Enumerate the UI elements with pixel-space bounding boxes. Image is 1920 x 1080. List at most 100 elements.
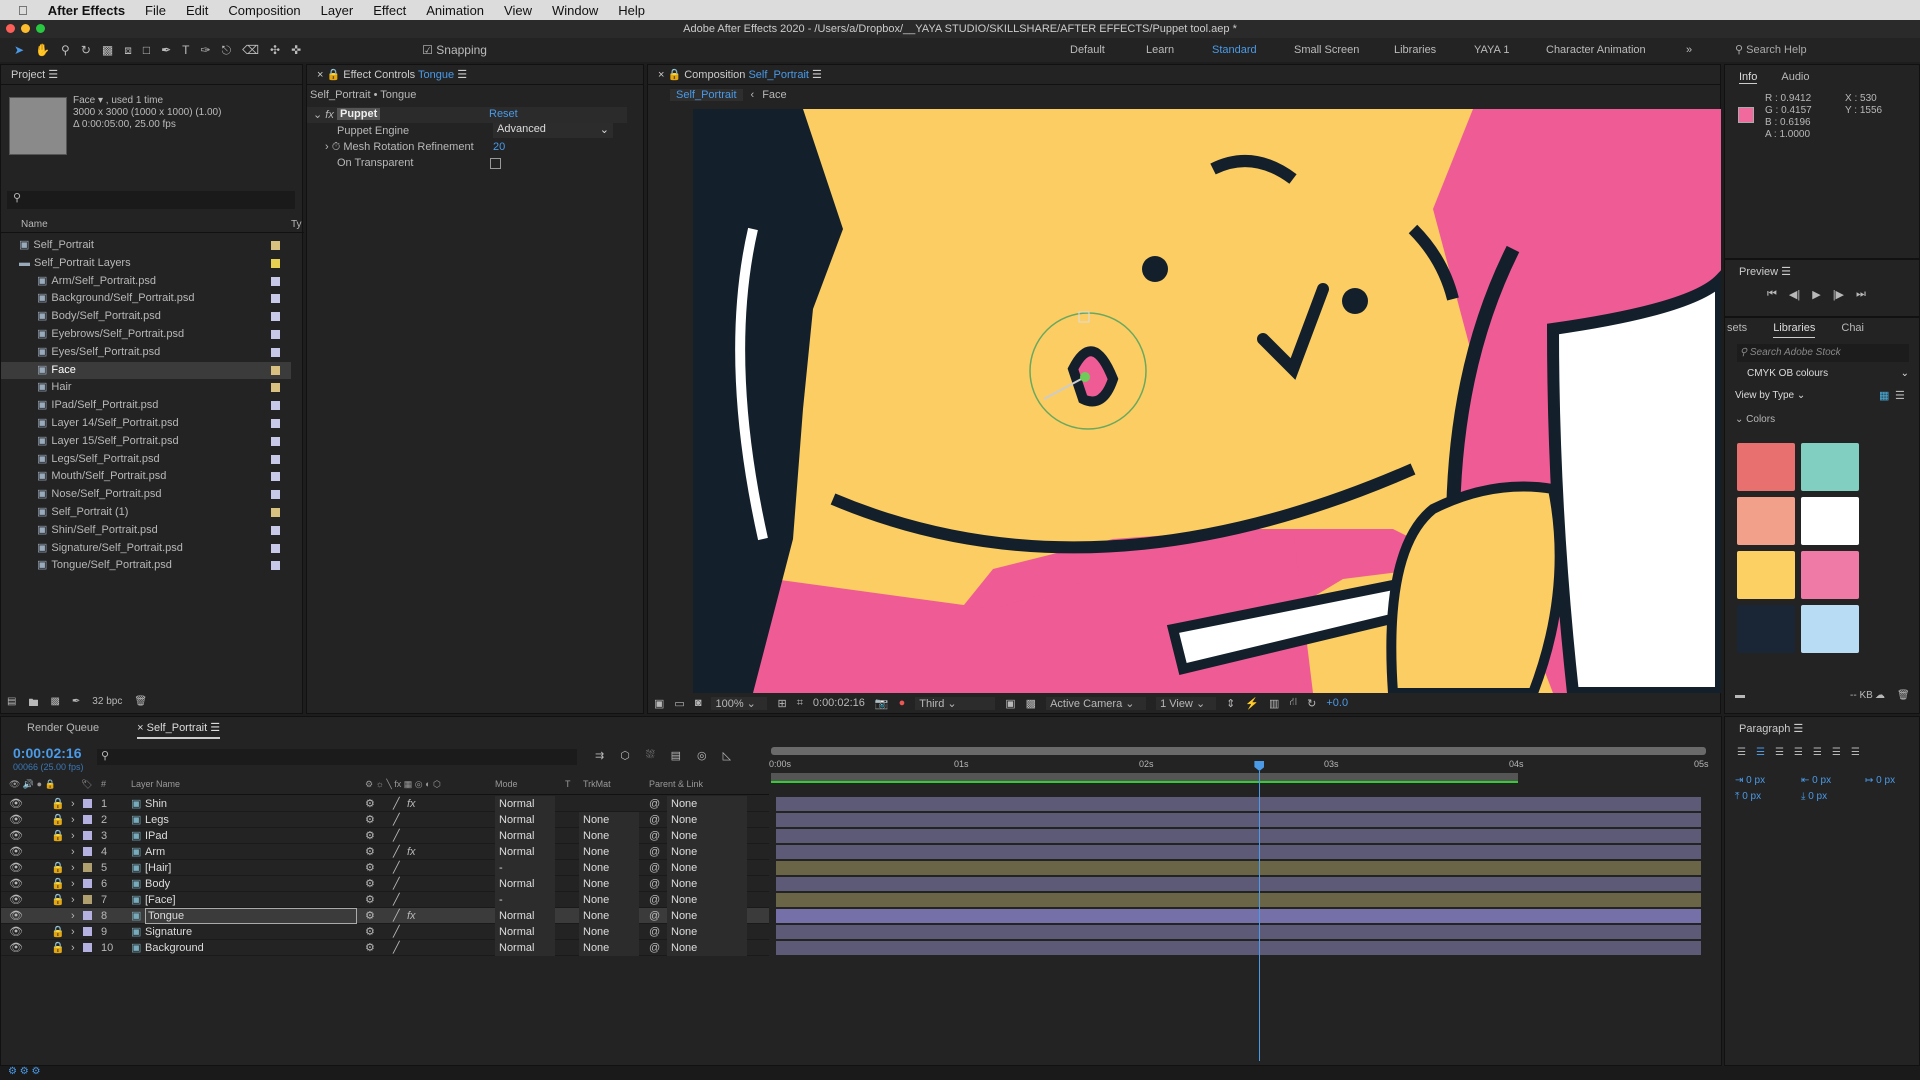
layer-duration-bar[interactable] [776, 909, 1701, 923]
layer-name[interactable]: Background [145, 940, 204, 956]
menu-effect[interactable]: Effect [373, 3, 406, 18]
visibility-eye-icon[interactable]: 👁 [9, 828, 23, 844]
tab-character[interactable]: Chai [1841, 318, 1864, 338]
hand-tool-icon[interactable]: ✋ [35, 43, 50, 57]
blend-mode-dropdown[interactable]: Normal [495, 908, 555, 924]
visibility-eye-icon[interactable]: 👁 [9, 876, 23, 892]
layer-name[interactable]: [Hair] [145, 860, 171, 876]
always-preview-icon[interactable]: ▣ [654, 697, 664, 710]
fx-switch-icon[interactable]: fx [407, 908, 416, 924]
label-color[interactable] [271, 258, 280, 268]
crumb-self-portrait[interactable]: Self_Portrait [670, 89, 743, 101]
label-color[interactable] [271, 543, 280, 553]
track-matte-dropdown[interactable]: None [579, 876, 639, 892]
expand-arrow-icon[interactable]: › [71, 828, 75, 844]
project-item[interactable]: ▬ Self_Portrait Layers [1, 255, 291, 272]
type-tool-icon[interactable]: T [182, 43, 189, 57]
reset-button[interactable]: Reset [489, 108, 518, 120]
lock-icon[interactable]: 🔒 [51, 828, 65, 844]
layer-duration-bar[interactable] [776, 845, 1701, 859]
region-of-interest-icon[interactable]: ▣ [1005, 697, 1015, 710]
blend-mode-dropdown[interactable]: - [495, 892, 555, 908]
project-item[interactable]: ▣ Hair [1, 379, 291, 396]
label-color[interactable] [271, 365, 280, 375]
justify-left-icon[interactable]: ☰ [1794, 747, 1803, 758]
indent-right-field[interactable]: ⇤ 0 px [1801, 773, 1831, 789]
composition-viewer[interactable] [693, 109, 1721, 693]
expand-arrow-icon[interactable]: › [71, 908, 75, 924]
layer-duration-bar[interactable] [776, 861, 1701, 875]
layer-row[interactable]: 👁 › 8 ▣ Tongue ⚙ ╱ fx Normal None @ None [1, 908, 769, 924]
library-color-swatch[interactable] [1737, 497, 1795, 545]
view-by-type-dropdown[interactable]: View by Type ⌄ [1735, 390, 1805, 401]
layer-name[interactable]: IPad [145, 828, 168, 844]
pick-whip-icon[interactable]: @ [649, 924, 660, 940]
label-color[interactable] [271, 436, 280, 446]
project-item[interactable]: ▣ Mouth/Self_Portrait.psd [1, 468, 291, 485]
track-matte-dropdown[interactable]: None [579, 828, 639, 844]
motion-blur-icon[interactable]: ◎ [697, 749, 707, 762]
rotate-tool-icon[interactable]: ↻ [81, 43, 91, 57]
blend-mode-dropdown[interactable]: Normal [495, 828, 555, 844]
menu-layer[interactable]: Layer [321, 3, 354, 18]
lock-icon[interactable]: 🔒 [51, 860, 65, 876]
library-dropdown[interactable]: CMYK OB colours ⌄ [1747, 368, 1909, 379]
project-item[interactable]: ▣ Signature/Self_Portrait.psd [1, 540, 291, 557]
label-color[interactable] [271, 312, 280, 322]
project-item[interactable]: ▣ Legs/Self_Portrait.psd [1, 451, 291, 468]
layer-duration-bar[interactable] [776, 797, 1701, 811]
parent-dropdown[interactable]: None [667, 924, 747, 940]
last-frame-icon[interactable]: ⏭ [1856, 288, 1866, 301]
visibility-eye-icon[interactable]: 👁 [9, 892, 23, 908]
layer-name[interactable]: Legs [145, 812, 169, 828]
blend-mode-dropdown[interactable]: Normal [495, 812, 555, 828]
justify-all-icon[interactable]: ☰ [1851, 747, 1860, 758]
workspace-small-screen[interactable]: Small Screen [1294, 44, 1394, 56]
blend-mode-dropdown[interactable]: Normal [495, 940, 555, 956]
quality-switch-icon[interactable]: ╱ [393, 940, 400, 956]
roto-brush-tool-icon[interactable]: ✣ [270, 43, 280, 57]
on-transparent-checkbox[interactable] [490, 158, 501, 169]
magnification-dropdown[interactable]: 100% ⌄ [711, 696, 768, 710]
quality-switch-icon[interactable]: ╱ [393, 908, 400, 924]
justify-right-icon[interactable]: ☰ [1832, 747, 1841, 758]
layer-row[interactable]: 👁 🔒 › 1 ▣ Shin ⚙ ╱ fx Normal @ None [1, 796, 769, 812]
tab-self-portrait[interactable]: × Self_Portrait ☰ [137, 717, 221, 739]
layer-row[interactable]: 👁 🔒 › 6 ▣ Body ⚙ ╱ Normal None @ None [1, 876, 769, 892]
trash-icon[interactable]: 🗑 [134, 696, 147, 713]
tab-render-queue[interactable]: Render Queue [27, 717, 99, 739]
label-color[interactable] [271, 276, 280, 286]
menu-edit[interactable]: Edit [186, 3, 208, 18]
menu-app[interactable]: After Effects [48, 3, 125, 18]
first-line-indent-field[interactable]: ↦ 0 px [1865, 773, 1895, 789]
layer-duration-bar[interactable] [776, 893, 1701, 907]
camera-dropdown[interactable]: Active Camera ⌄ [1046, 696, 1147, 710]
stopwatch-icon[interactable]: ⏱ [332, 141, 341, 153]
clone-stamp-tool-icon[interactable]: ⎋ [222, 43, 232, 58]
blend-mode-dropdown[interactable]: - [495, 860, 555, 876]
next-frame-icon[interactable]: |▶ [1833, 288, 1844, 301]
monitor-icon[interactable]: ▭ [674, 697, 684, 710]
interpret-footage-icon[interactable]: ▤ [7, 696, 16, 713]
layer-row[interactable]: 👁 🔒 › 10 ▣ Background ⚙ ╱ Normal None @ None [1, 940, 769, 956]
expand-arrow-icon[interactable]: › [71, 796, 75, 812]
selection-tool-icon[interactable]: ➤ [14, 43, 24, 57]
pen-tool-icon[interactable]: ✒ [161, 43, 171, 57]
cloud-icon[interactable]: ☁ [1875, 690, 1885, 701]
library-color-swatch[interactable] [1737, 551, 1795, 599]
pick-whip-icon[interactable]: @ [649, 812, 660, 828]
quality-switch-icon[interactable]: ╱ [393, 828, 400, 844]
shy-switch-icon[interactable]: ⚙ [365, 876, 375, 892]
apple-icon[interactable]:  [18, 3, 28, 18]
track-matte-dropdown[interactable]: None [579, 860, 639, 876]
workspace-libraries[interactable]: Libraries [1394, 44, 1474, 56]
track-matte-dropdown[interactable]: None [579, 924, 639, 940]
prev-frame-icon[interactable]: ◀| [1789, 288, 1800, 301]
stock-search-input[interactable]: ⚲ Search Adobe Stock [1737, 344, 1909, 362]
eraser-tool-icon[interactable]: ⌫ [242, 43, 259, 57]
trash-icon[interactable]: 🗑 [1897, 690, 1910, 701]
snapshot-icon[interactable]: 📷 [875, 697, 889, 710]
blend-mode-dropdown[interactable]: Normal [495, 844, 555, 860]
zoom-tool-icon[interactable]: ⚲ [61, 43, 70, 57]
layer-label-color[interactable] [83, 799, 92, 808]
